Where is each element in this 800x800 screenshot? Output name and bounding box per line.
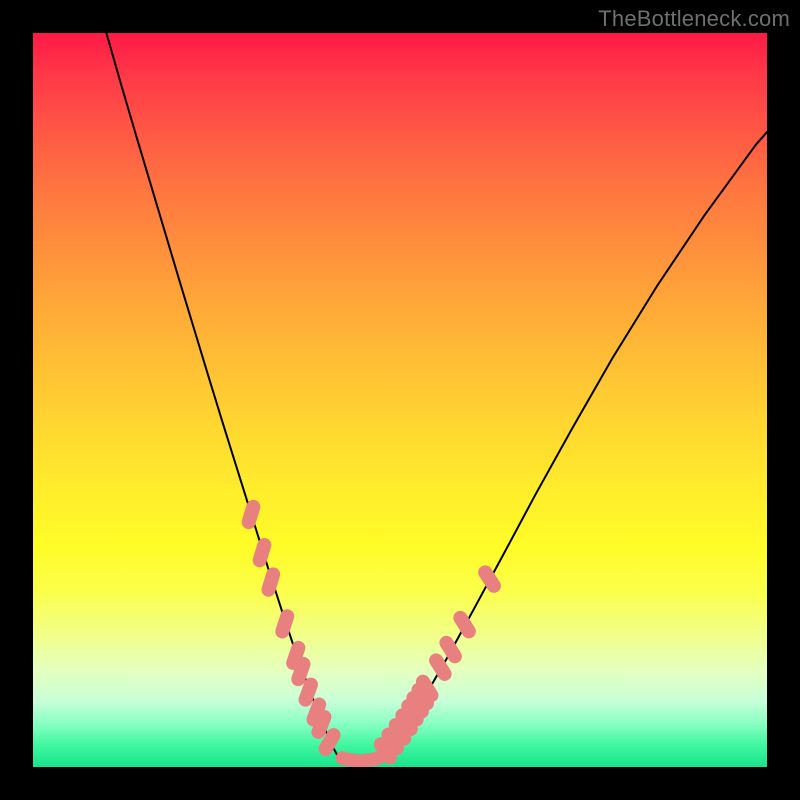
- chart-frame: TheBottleneck.com: [0, 0, 800, 800]
- chart-svg: [33, 33, 767, 767]
- watermark-text: TheBottleneck.com: [598, 6, 790, 32]
- plot-area: [33, 33, 767, 767]
- curve-markers: [240, 498, 504, 767]
